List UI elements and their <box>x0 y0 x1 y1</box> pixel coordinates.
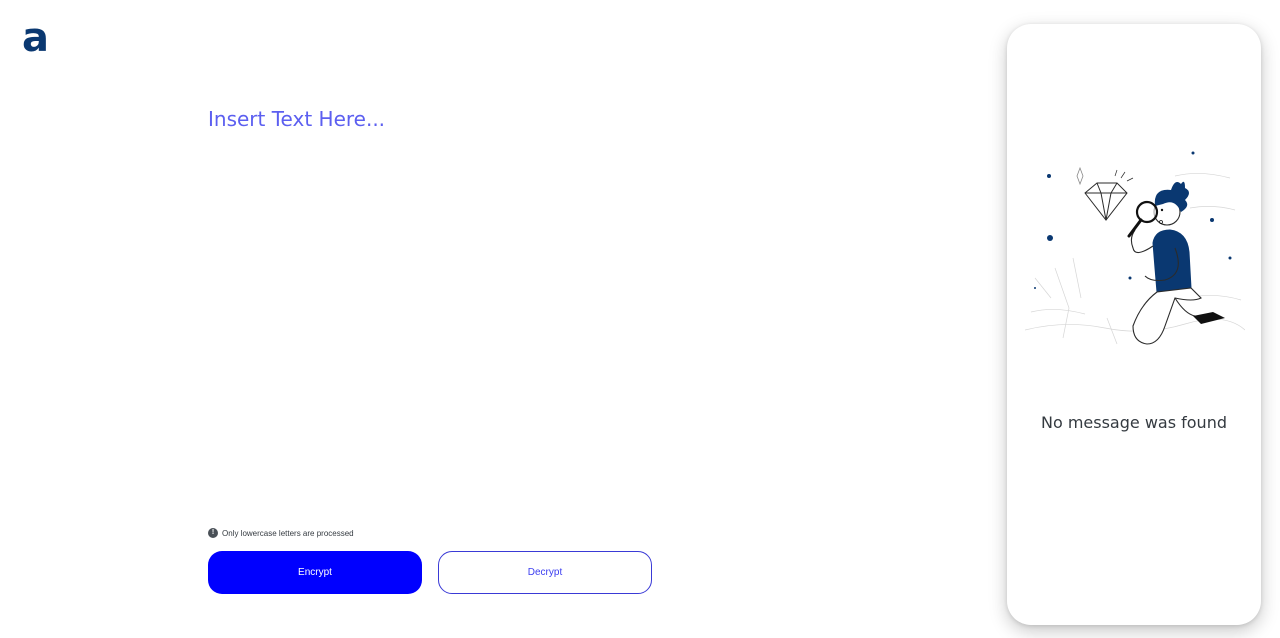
decrypt-button[interactable]: Decrypt <box>438 551 652 594</box>
diamond-icon <box>1084 169 1134 221</box>
empty-state-title: No message was found <box>1040 413 1227 432</box>
message-input[interactable] <box>208 104 908 484</box>
magnifier-icon <box>1127 200 1159 238</box>
encrypt-button[interactable]: Encrypt <box>208 551 422 594</box>
logo[interactable]: a <box>22 18 50 58</box>
info-icon: ! <box>208 528 218 538</box>
logo-letter: a <box>22 15 49 61</box>
decorative-dots <box>1034 151 1232 289</box>
page: a ! Only lowercase letters are processed… <box>0 0 1280 638</box>
hint-text: Only lowercase letters are processed <box>222 528 354 538</box>
person-with-magnifier-illustration <box>1025 151 1245 345</box>
hint: ! Only lowercase letters are processed <box>208 528 354 538</box>
output-panel: No message was found <box>1007 24 1261 625</box>
